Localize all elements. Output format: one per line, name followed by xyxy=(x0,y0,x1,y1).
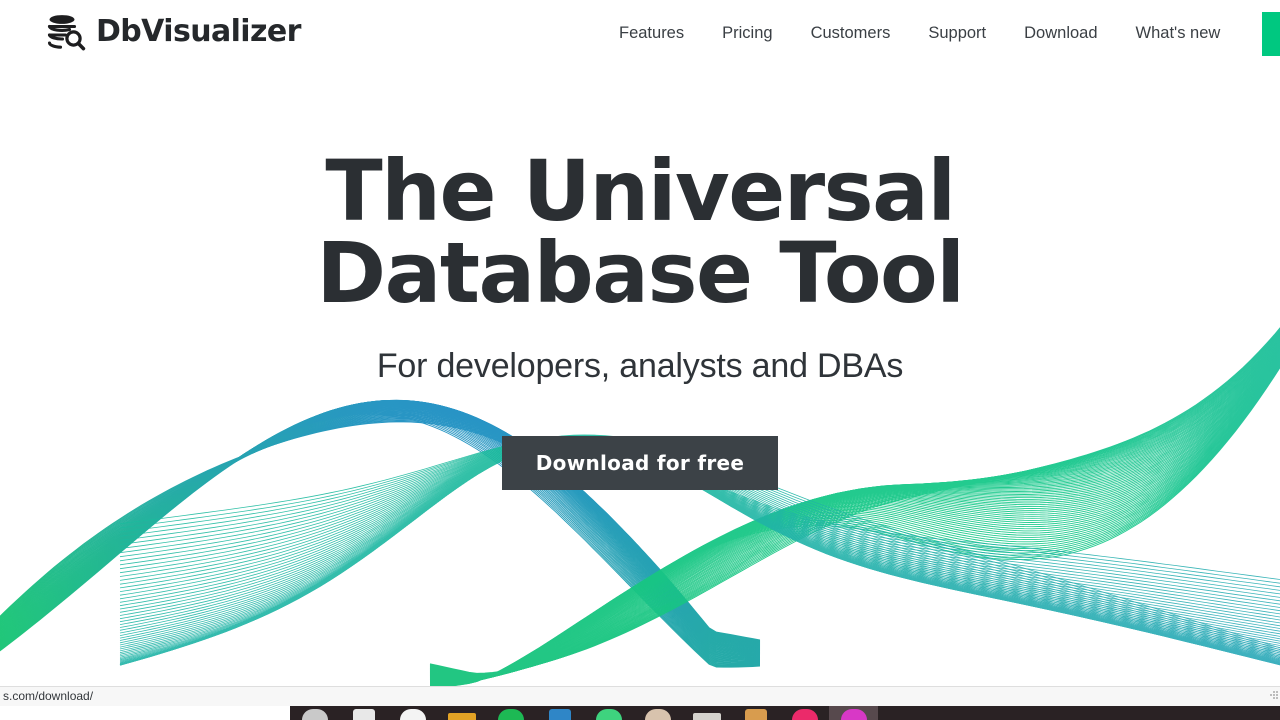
dock-icon-pencil[interactable] xyxy=(731,706,780,720)
dock-icon-files[interactable] xyxy=(290,706,339,720)
browser-status-bar: s.com/download/ xyxy=(0,686,1280,706)
dock-icon-folder-glyph xyxy=(447,713,476,720)
dock-icon-notes[interactable] xyxy=(682,706,731,720)
dock-icon-messages[interactable] xyxy=(584,706,633,720)
dock-icon-text-glyph xyxy=(352,709,375,720)
window-resize-grip-icon[interactable] xyxy=(1264,689,1279,703)
dock-icon-browser[interactable] xyxy=(829,706,878,720)
dock-icon-music-glyph xyxy=(791,709,818,720)
brand-logo-link[interactable]: DbVisualizer xyxy=(44,11,301,53)
dock-icon-text[interactable] xyxy=(339,706,388,720)
nav-item-pricing[interactable]: Pricing xyxy=(703,0,791,66)
hero-section: The Universal Database Tool For develope… xyxy=(0,149,1280,490)
database-search-icon xyxy=(47,15,86,51)
dock-icon-spotify[interactable] xyxy=(486,706,535,720)
dock-icon-printer[interactable] xyxy=(535,706,584,720)
dock-icon-files-glyph xyxy=(301,709,328,720)
os-dock xyxy=(0,706,1280,720)
status-bar-url: s.com/download/ xyxy=(3,689,94,703)
hero-subtitle: For developers, analysts and DBAs xyxy=(376,346,904,385)
hero-title-line-2: Database Tool xyxy=(316,224,965,323)
dock-icon-photos-glyph xyxy=(644,709,671,720)
browser-page-content: DbVisualizer Features Pricing Customers … xyxy=(0,0,1280,686)
dock-icon-pencil-glyph xyxy=(744,709,767,720)
dock-icon-music[interactable] xyxy=(780,706,829,720)
header-download-button[interactable]: Download xyxy=(1262,12,1280,56)
site-header: DbVisualizer Features Pricing Customers … xyxy=(0,0,1280,66)
nav-item-whats-new[interactable]: What's new xyxy=(1117,0,1240,66)
dock-icon-photos[interactable] xyxy=(633,706,682,720)
dock-icon-spotify-glyph xyxy=(497,709,524,720)
nav-item-download[interactable]: Download xyxy=(1005,0,1116,66)
dock-icon-messages-glyph xyxy=(595,709,622,720)
dock-icon-folder[interactable] xyxy=(437,706,486,720)
dock-icon-browser-glyph xyxy=(840,709,867,720)
brand-name: DbVisualizer xyxy=(96,14,301,49)
page-title: The Universal Database Tool xyxy=(0,149,1280,315)
nav-item-customers[interactable]: Customers xyxy=(792,0,910,66)
dock-icon-printer-glyph xyxy=(548,709,571,720)
nav-item-features[interactable]: Features xyxy=(600,0,703,66)
dock-icon-list xyxy=(290,706,878,720)
nav-item-support[interactable]: Support xyxy=(909,0,1005,66)
dock-icon-pages-glyph xyxy=(399,709,426,720)
screen: DbVisualizer Features Pricing Customers … xyxy=(0,0,1280,720)
download-for-free-button[interactable]: Download for free xyxy=(501,435,779,490)
main-navigation: Features Pricing Customers Support Downl… xyxy=(600,0,1239,66)
dock-icon-notes-glyph xyxy=(692,713,721,720)
dock-icon-pages[interactable] xyxy=(388,706,437,720)
